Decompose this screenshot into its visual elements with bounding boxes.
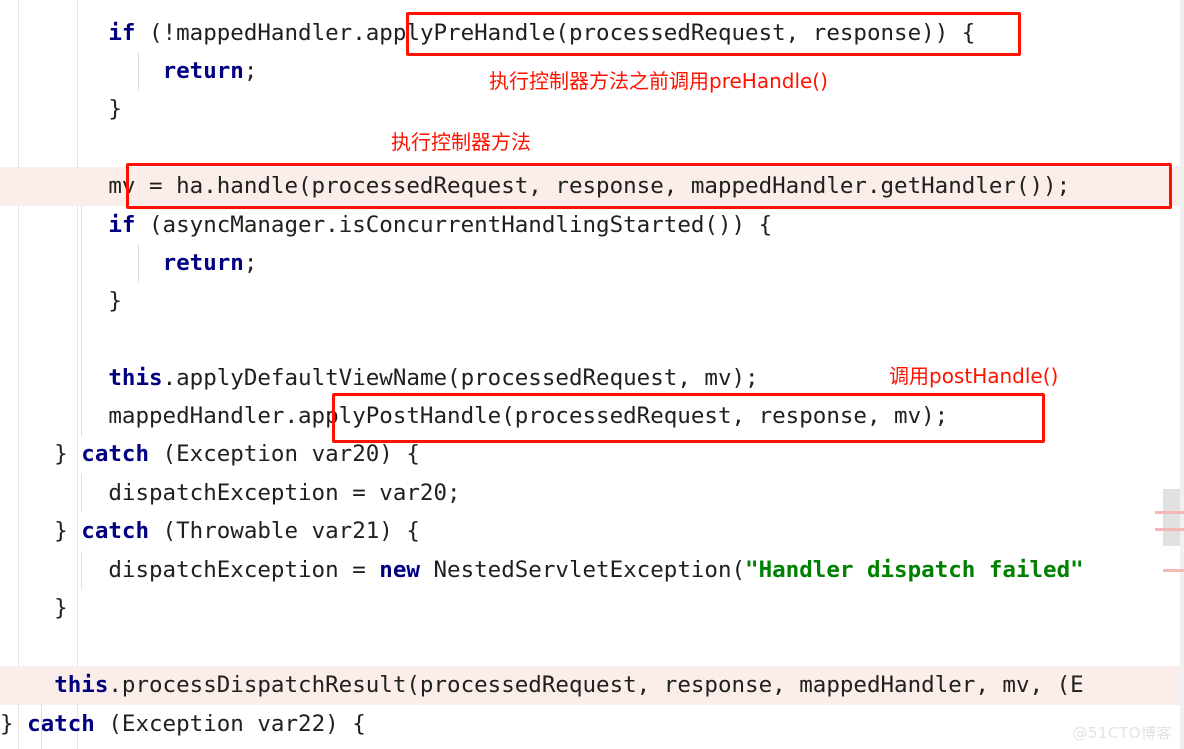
code-token: .applyDefaultViewName(processedRequest, … (162, 365, 759, 391)
scrollbar-track[interactable] (1180, 0, 1184, 749)
code-token: } (0, 288, 122, 314)
code-token: ; (243, 58, 258, 84)
code-token: this (108, 365, 163, 391)
code-line[interactable]: } catch (Throwable var21) { (0, 512, 1184, 551)
code-token: this (54, 672, 109, 698)
code-line[interactable]: mappedHandler.applyPostHandle(processedR… (0, 397, 1184, 436)
watermark: @51CTO博客 (1072, 724, 1172, 742)
annot-handler-method: 执行控制器方法 (391, 130, 531, 154)
code-token: (Throwable var21) { (149, 518, 420, 544)
code-line[interactable] (0, 320, 1184, 359)
code-token: } (0, 711, 28, 737)
code-line[interactable]: } catch (Exception var20) { (0, 435, 1184, 474)
code-line[interactable]: return; (0, 244, 1184, 283)
code-token: (Exception var20) { (149, 441, 420, 467)
indent-guide (41, 705, 42, 749)
code-token: } (0, 441, 82, 467)
code-line[interactable]: if (!mappedHandler.applyPreHandle(proces… (0, 14, 1184, 53)
indent-guide (81, 474, 82, 512)
code-token: return (162, 250, 244, 276)
marker-2 (1155, 528, 1184, 531)
code-token: "Handler dispatch failed" (745, 557, 1084, 583)
code-line[interactable]: dispatchException = var20; (0, 474, 1184, 513)
code-line[interactable]: } (0, 282, 1184, 321)
indent-guide (138, 244, 139, 282)
code-token: catch (81, 441, 150, 467)
code-token: return (162, 58, 244, 84)
code-token: catch (81, 518, 150, 544)
code-token: if (108, 20, 136, 46)
indent-guide (81, 551, 82, 589)
annot-prehandle: 执行控制器方法之前调用preHandle() (489, 69, 828, 93)
code-line[interactable]: this.processDispatchResult(processedRequ… (0, 666, 1184, 705)
code-line[interactable]: dispatchException = new NestedServletExc… (0, 551, 1184, 590)
code-line[interactable] (0, 628, 1184, 667)
code-token: (asyncManager.isConcurrentHandlingStarte… (135, 212, 773, 238)
code-line[interactable]: } catch (Exception var22) { (0, 705, 1184, 744)
code-line[interactable]: } (0, 589, 1184, 628)
code-token: (Exception var22) { (94, 711, 366, 737)
code-token: catch (27, 711, 95, 737)
code-screenshot: if (!mappedHandler.applyPreHandle(proces… (0, 0, 1184, 749)
marker-1 (1155, 511, 1184, 514)
code-line[interactable]: if (asyncManager.isConcurrentHandlingSta… (0, 206, 1184, 245)
code-token: NestedServletException( (419, 557, 746, 583)
marker-3 (1163, 569, 1184, 572)
code-token: (!mappedHandler.applyPreHandle(processed… (135, 20, 976, 46)
code-token: } (0, 518, 82, 544)
code-token: if (108, 212, 136, 238)
code-line[interactable]: mv = ha.handle(processedRequest, respons… (0, 167, 1184, 206)
indent-guide (81, 206, 82, 436)
code-token: ; (243, 250, 258, 276)
indent-guide (138, 52, 139, 90)
code-token: new (379, 557, 420, 583)
code-token: } (0, 96, 122, 122)
annot-posthandle: 调用postHandle() (889, 364, 1059, 388)
scrollbar-thumb[interactable] (1163, 489, 1180, 546)
code-token: dispatchException = (0, 557, 380, 583)
code-token: mv = ha.handle(processedRequest, respons… (0, 173, 1071, 199)
code-line[interactable]: } (0, 90, 1184, 129)
code-token: dispatchException = var20; (0, 480, 461, 506)
code-token: } (0, 595, 68, 621)
code-line[interactable] (0, 128, 1184, 167)
code-token: mappedHandler.applyPostHandle(processedR… (0, 403, 949, 429)
code-token: .processDispatchResult(processedRequest,… (108, 672, 1084, 698)
